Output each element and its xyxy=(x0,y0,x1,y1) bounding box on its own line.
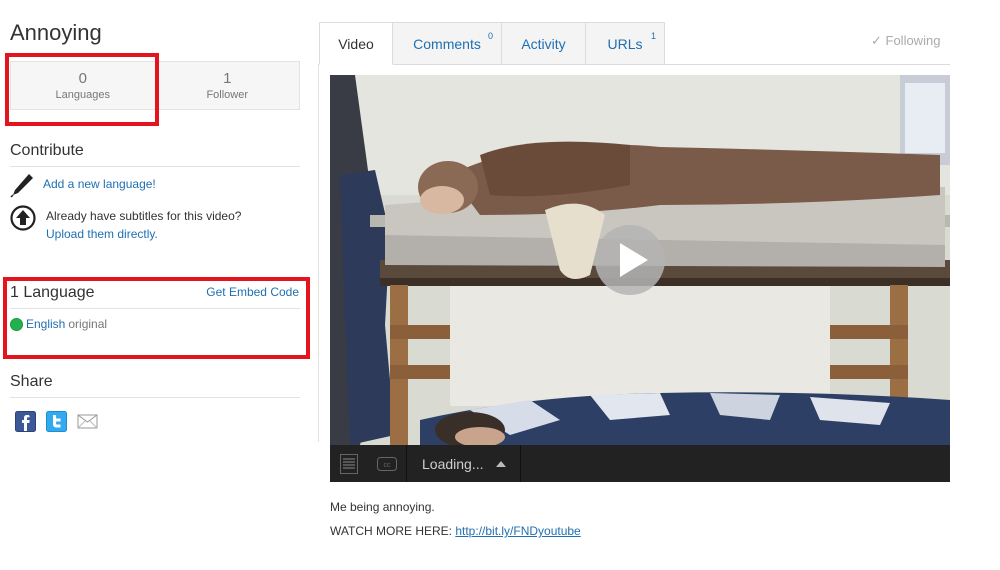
upload-icon xyxy=(10,205,36,231)
tab-comments-label: Comments xyxy=(413,35,481,52)
upload-prompt-text: Already have subtitles for this video? xyxy=(46,209,242,223)
highlight-box-language-list xyxy=(3,277,310,359)
upload-link[interactable]: Upload them directly. xyxy=(46,225,241,243)
caret-up-icon[interactable] xyxy=(495,460,506,467)
email-icon[interactable] xyxy=(77,411,98,432)
closed-captions-icon: cc xyxy=(377,456,397,471)
loading-status: Loading... xyxy=(422,455,484,472)
facebook-icon[interactable] xyxy=(15,411,36,432)
play-icon xyxy=(620,243,648,277)
transcript-button[interactable] xyxy=(330,445,368,482)
control-divider xyxy=(519,445,521,482)
page-title: Annoying xyxy=(10,20,102,45)
following-button[interactable]: ✓ Following xyxy=(871,33,940,49)
svg-text:cc: cc xyxy=(384,462,392,469)
twitter-icon[interactable] xyxy=(46,411,67,432)
video-description-line1: Me being annoying. xyxy=(330,500,435,514)
video-tabs: Video Comments 0 Activity URLs 1 xyxy=(319,22,665,65)
tab-urls-badge: 1 xyxy=(650,31,656,41)
pen-icon xyxy=(10,174,33,198)
add-language-link[interactable]: Add a new language! xyxy=(43,177,156,191)
followers-stat[interactable]: 1 Follower xyxy=(154,62,300,109)
tab-activity[interactable]: Activity xyxy=(502,22,586,65)
followers-count: 1 xyxy=(223,70,232,87)
tab-comments-badge: 0 xyxy=(487,31,493,41)
tab-comments[interactable]: Comments 0 xyxy=(393,22,502,65)
player-controls: cc Loading... xyxy=(330,445,950,482)
tab-video[interactable]: Video xyxy=(319,22,393,65)
play-button[interactable] xyxy=(595,225,665,295)
share-heading: Share xyxy=(10,373,300,398)
transcript-icon xyxy=(340,453,358,474)
tab-urls-label: URLs xyxy=(607,35,643,52)
contribute-heading: Contribute xyxy=(10,142,300,167)
video-description-line2: WATCH MORE HERE: http://bit.ly/FNDyoutub… xyxy=(330,524,581,538)
column-divider xyxy=(318,64,319,442)
watch-more-label: WATCH MORE HERE: xyxy=(330,524,456,538)
closed-captions-button[interactable]: cc xyxy=(368,445,406,482)
tab-activity-label: Activity xyxy=(521,35,566,52)
followers-label: Follower xyxy=(206,89,249,101)
tab-video-label: Video xyxy=(338,35,374,52)
share-icons xyxy=(15,411,98,432)
upload-prompt: Already have subtitles for this video? U… xyxy=(46,207,241,243)
highlight-box-languages xyxy=(5,53,159,126)
tab-urls[interactable]: URLs 1 xyxy=(586,22,665,65)
watch-more-link[interactable]: http://bit.ly/FNDyoutube xyxy=(455,524,580,538)
video-frame[interactable] xyxy=(330,75,950,445)
